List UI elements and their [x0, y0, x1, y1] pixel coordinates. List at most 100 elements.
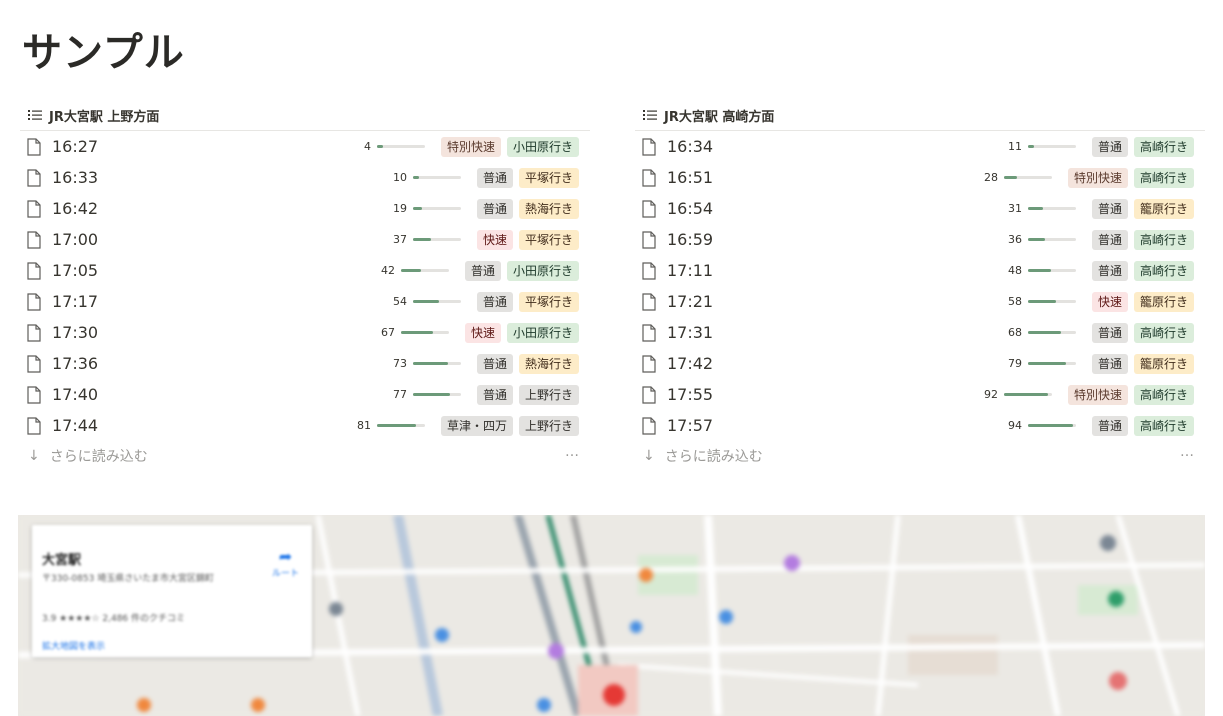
progress-bar [413, 238, 461, 241]
departure-time: 16:33 [52, 168, 99, 187]
page-icon [26, 168, 42, 187]
table-row[interactable]: 16:54 31 普通 籠原行き [635, 193, 1205, 224]
table-row[interactable]: 17:44 81 草津・四万 上野行き [20, 410, 590, 441]
map-place-name: 大宮駅 [42, 553, 82, 568]
departure-time: 17:55 [667, 385, 714, 404]
table-row[interactable]: 17:57 94 普通 高崎行き [635, 410, 1205, 441]
route-button[interactable]: ➦ ルート [272, 547, 299, 579]
page-icon [26, 385, 42, 404]
table-row[interactable]: 16:27 4 特別快速 小田原行き [20, 131, 590, 162]
table-row[interactable]: 16:51 28 特別快速 高崎行き [635, 162, 1205, 193]
table-row[interactable]: 17:17 54 普通 平塚行き [20, 286, 590, 317]
table-row[interactable]: 17:21 58 快速 籠原行き [635, 286, 1205, 317]
embedded-map[interactable]: 大宮駅 〒330-0853 埼玉県さいたま市大宮区錦町 3.9 ★★★★☆ 2,… [18, 515, 1205, 716]
progress-fill [1028, 145, 1034, 148]
page-icon [641, 137, 657, 156]
progress-fill [1004, 393, 1048, 396]
train-type-tag: 快速 [465, 323, 502, 343]
destination-tag: 籠原行き [1134, 354, 1195, 374]
arrow-down-icon: ↓ [28, 448, 40, 464]
page-icon [26, 354, 42, 373]
table-row[interactable]: 17:00 37 快速 平塚行き [20, 224, 590, 255]
destination-tag: 高崎行き [1134, 385, 1195, 405]
destination-tag: 高崎行き [1134, 323, 1195, 343]
directions-icon: ➦ [278, 547, 293, 566]
destination-tag: 高崎行き [1134, 416, 1195, 436]
page-icon [641, 199, 657, 218]
page-icon [26, 137, 42, 156]
progress-bar [1028, 300, 1076, 303]
progress-bar [377, 145, 425, 148]
departure-time: 17:42 [667, 354, 714, 373]
table-row[interactable]: 16:59 36 普通 高崎行き [635, 224, 1205, 255]
train-type-tag: 快速 [477, 230, 514, 250]
progress-fill [413, 393, 450, 396]
progress-fill [413, 176, 419, 179]
progress-bar [401, 269, 449, 272]
progress-value: 4 [364, 140, 371, 153]
table-row[interactable]: 17:55 92 特別快速 高崎行き [635, 379, 1205, 410]
train-type-tag: 普通 [1092, 323, 1129, 343]
table-row[interactable]: 16:42 19 普通 熱海行き [20, 193, 590, 224]
departure-time: 16:42 [52, 199, 99, 218]
table-row[interactable]: 17:05 42 普通 小田原行き [20, 255, 590, 286]
progress-fill [413, 207, 422, 210]
more-options-icon[interactable]: … [1180, 444, 1195, 460]
table-row[interactable]: 17:40 77 普通 上野行き [20, 379, 590, 410]
train-type-tag: 普通 [1092, 416, 1129, 436]
board-header[interactable]: JR大宮駅 高崎方面 [635, 100, 1205, 131]
board-header[interactable]: JR大宮駅 上野方面 [20, 100, 590, 131]
more-options-icon[interactable]: … [565, 444, 580, 460]
page-title: サンプル [22, 30, 185, 76]
departure-time: 17:05 [52, 261, 99, 280]
destination-tag: 籠原行き [1134, 199, 1195, 219]
train-type-tag: 普通 [1092, 261, 1129, 281]
progress-value: 77 [393, 388, 407, 401]
larger-map-link[interactable]: 拡大地図を表示 [42, 639, 105, 652]
progress-value: 81 [357, 419, 371, 432]
progress-value: 36 [1008, 233, 1022, 246]
progress-value: 68 [1008, 326, 1022, 339]
progress-bar [1028, 145, 1076, 148]
page-icon [641, 354, 657, 373]
progress-value: 10 [393, 171, 407, 184]
table-row[interactable]: 16:34 11 普通 高崎行き [635, 131, 1205, 162]
table-row[interactable]: 16:33 10 普通 平塚行き [20, 162, 590, 193]
progress-fill [401, 269, 421, 272]
progress-value: 79 [1008, 357, 1022, 370]
progress-fill [1028, 300, 1056, 303]
destination-tag: 上野行き [519, 416, 580, 436]
board-title: JR大宮駅 上野方面 [49, 109, 160, 125]
progress-bar [1028, 207, 1076, 210]
page-icon [641, 292, 657, 311]
page-icon [641, 261, 657, 280]
progress-value: 92 [984, 388, 998, 401]
destination-tag: 籠原行き [1134, 292, 1195, 312]
page-icon [641, 230, 657, 249]
table-row[interactable]: 17:30 67 快速 小田原行き [20, 317, 590, 348]
table-row[interactable]: 17:36 73 普通 熱海行き [20, 348, 590, 379]
map-rating[interactable]: 3.9 ★★★★☆ 2,486 件のクチコミ [42, 611, 185, 624]
progress-fill [1028, 362, 1066, 365]
departure-time: 17:00 [52, 230, 99, 249]
progress-bar [1028, 269, 1076, 272]
page-icon [26, 323, 42, 342]
progress-bar [1004, 176, 1052, 179]
train-type-tag: 普通 [477, 385, 514, 405]
progress-bar [1028, 238, 1076, 241]
progress-bar [413, 393, 461, 396]
load-more-button[interactable]: ↓ さらに読み込む … [20, 441, 590, 471]
page-icon [641, 416, 657, 435]
table-row[interactable]: 17:11 48 普通 高崎行き [635, 255, 1205, 286]
progress-fill [1004, 176, 1017, 179]
progress-bar [1028, 362, 1076, 365]
page-icon [26, 230, 42, 249]
progress-value: 42 [381, 264, 395, 277]
load-more-button[interactable]: ↓ さらに読み込む … [635, 441, 1205, 471]
list-view-icon [643, 110, 657, 120]
progress-fill [1028, 331, 1061, 334]
page-icon [641, 323, 657, 342]
table-row[interactable]: 17:42 79 普通 籠原行き [635, 348, 1205, 379]
destination-tag: 高崎行き [1134, 168, 1195, 188]
table-row[interactable]: 17:31 68 普通 高崎行き [635, 317, 1205, 348]
